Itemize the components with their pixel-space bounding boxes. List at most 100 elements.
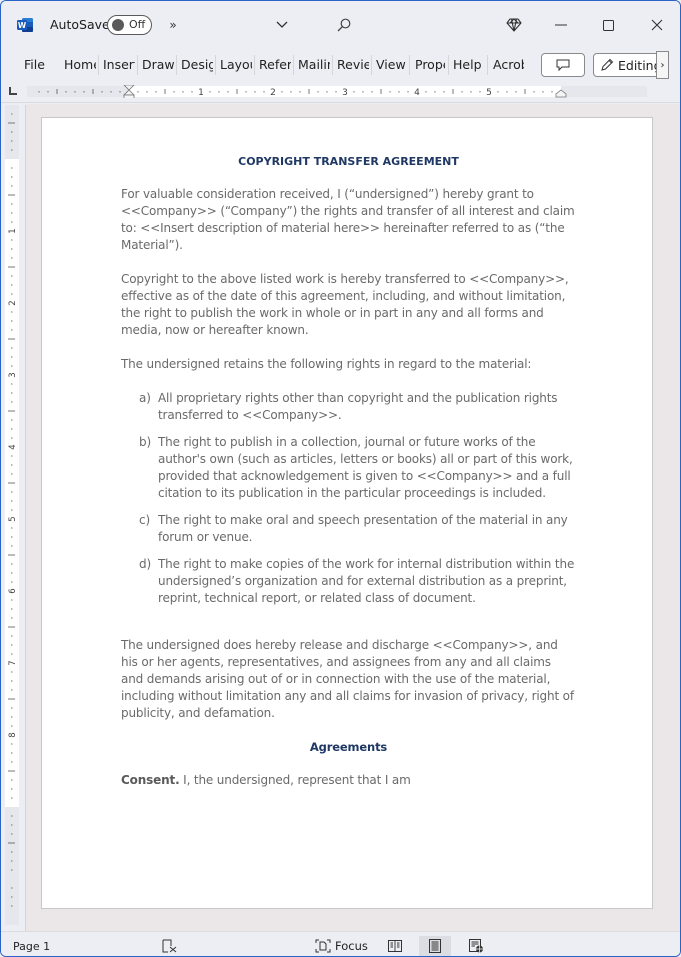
list-item: a) All proprietary rights other than cop… <box>121 390 576 424</box>
ribbon-tabs: File Home Insert Draw Design Layout Refe… <box>1 49 680 81</box>
focus-icon <box>315 939 331 953</box>
tab-properties[interactable]: Properties <box>415 57 445 75</box>
paragraph: For valuable consideration received, I (… <box>121 187 575 252</box>
ruler-number: 3 <box>8 372 18 377</box>
consent-text: I, the undersigned, represent that I am <box>179 773 411 787</box>
search-icon[interactable] <box>335 13 353 37</box>
customize-dropdown-icon[interactable] <box>273 13 291 37</box>
premium-diamond-icon[interactable] <box>504 13 524 37</box>
section-heading: Agreements <box>309 740 388 754</box>
release-paragraph: The undersigned does hereby release and … <box>121 638 574 720</box>
document-canvas[interactable]: COPYRIGHT TRANSFER AGREEMENT For valuabl… <box>26 104 680 931</box>
ribbon-scroll-right-button[interactable]: › <box>656 51 669 79</box>
tab-divider <box>487 55 488 75</box>
tab-file[interactable]: File <box>24 57 48 75</box>
ruler-number: 2 <box>8 300 18 305</box>
editing-label: Editing <box>618 57 662 73</box>
autosave-toggle[interactable]: Off <box>107 15 152 35</box>
close-icon[interactable] <box>648 13 666 37</box>
maximize-icon[interactable] <box>599 13 617 37</box>
horizontal-ruler[interactable]: 1 2 3 4 5 <box>27 85 647 98</box>
document-body[interactable]: COPYRIGHT TRANSFER AGREEMENT For valuabl… <box>121 153 576 806</box>
list-item: c) The right to make oral and speech pre… <box>121 512 576 546</box>
more-commands-icon[interactable]: » <box>165 13 181 37</box>
ruler-number: 4 <box>8 444 18 449</box>
tab-acrobat[interactable]: Acrobat <box>493 57 524 75</box>
proofing-icon[interactable] <box>161 936 177 956</box>
consent-paragraph: Consent. I, the undersigned, represent t… <box>121 772 576 789</box>
tab-divider <box>176 55 177 75</box>
ruler-number: 8 <box>8 732 18 737</box>
tab-view[interactable]: View <box>376 57 406 75</box>
ruler-number: 7 <box>8 660 18 665</box>
tab-draw[interactable]: Draw <box>142 57 174 75</box>
tab-review[interactable]: Review <box>337 57 369 75</box>
document-title: COPYRIGHT TRANSFER AGREEMENT <box>238 155 459 168</box>
tab-divider <box>215 55 216 75</box>
list-text: The right to publish in a collection, jo… <box>158 435 573 500</box>
tab-references[interactable]: References <box>259 57 291 75</box>
tab-insert[interactable]: Insert <box>103 57 135 75</box>
print-layout-icon[interactable] <box>419 936 451 956</box>
tab-design[interactable]: Design <box>181 57 213 75</box>
focus-label: Focus <box>335 939 368 953</box>
list-text: All proprietary rights other than copyri… <box>158 391 558 422</box>
tab-divider <box>409 55 410 75</box>
ruler-number: 4 <box>414 88 420 98</box>
tab-home[interactable]: Home <box>64 57 96 75</box>
tab-mailings[interactable]: Mailings <box>298 57 330 75</box>
ruler-number: 5 <box>486 88 492 98</box>
status-bar: Page 1 Focus <box>1 931 680 956</box>
ruler-number: 1 <box>198 88 204 98</box>
autosave-state: Off <box>129 18 146 31</box>
word-logo-icon: W <box>17 18 33 32</box>
word-window: W AutoSave Off » File Home Insert <box>0 0 681 957</box>
minimize-icon[interactable] <box>552 13 570 37</box>
tab-stop-selector[interactable] <box>9 87 17 95</box>
list-marker: a) <box>139 391 151 405</box>
ruler-number: 3 <box>342 88 348 98</box>
web-layout-icon[interactable] <box>467 936 485 956</box>
list-item: d) The right to make copies of the work … <box>121 556 576 607</box>
tab-divider <box>98 55 99 75</box>
tab-divider <box>254 55 255 75</box>
tab-layout[interactable]: Layout <box>220 57 252 75</box>
ruler-number: 2 <box>270 88 276 98</box>
editing-mode-button[interactable]: Editing <box>593 53 665 77</box>
horizontal-ruler-area: 1 2 3 4 5 <box>1 81 680 103</box>
pencil-icon <box>601 58 614 71</box>
ruler-number: 1 <box>8 228 18 233</box>
list-marker: b) <box>139 435 151 449</box>
focus-mode-button[interactable]: Focus <box>315 936 368 956</box>
document-page[interactable]: COPYRIGHT TRANSFER AGREEMENT For valuabl… <box>41 117 653 909</box>
tab-help[interactable]: Help <box>453 57 485 75</box>
ruler-number: 6 <box>8 588 18 593</box>
paragraph: Copyright to the above listed work is he… <box>121 272 569 337</box>
list-text: The right to make oral and speech presen… <box>158 513 568 544</box>
comment-icon <box>556 59 570 71</box>
list-marker: c) <box>139 513 150 527</box>
tab-divider <box>371 55 372 75</box>
vertical-ruler[interactable]: 1 2 3 4 5 6 7 8 <box>5 105 21 925</box>
svg-text:W: W <box>18 21 27 30</box>
read-mode-icon[interactable] <box>386 936 404 956</box>
comments-button[interactable] <box>541 53 585 77</box>
chevron-right-icon: › <box>660 59 665 71</box>
ruler-margin-left <box>27 86 129 97</box>
consent-lead: Consent. <box>121 773 180 787</box>
list-item: b) The right to publish in a collection,… <box>121 434 576 502</box>
autosave-label: AutoSave <box>50 17 110 32</box>
ruler-margin-right <box>561 86 647 97</box>
list-text: The right to make copies of the work for… <box>158 557 575 605</box>
tab-divider <box>448 55 449 75</box>
list-marker: d) <box>139 557 151 571</box>
left-indent-marker <box>123 94 135 98</box>
tab-divider <box>293 55 294 75</box>
title-bar: W AutoSave Off » <box>1 1 680 49</box>
tab-divider <box>137 55 138 75</box>
page-indicator[interactable]: Page 1 <box>13 940 50 953</box>
paragraph: The undersigned retains the following ri… <box>121 357 532 371</box>
tab-divider <box>332 55 333 75</box>
ruler-number: 5 <box>8 516 18 521</box>
toggle-knob <box>112 19 124 31</box>
